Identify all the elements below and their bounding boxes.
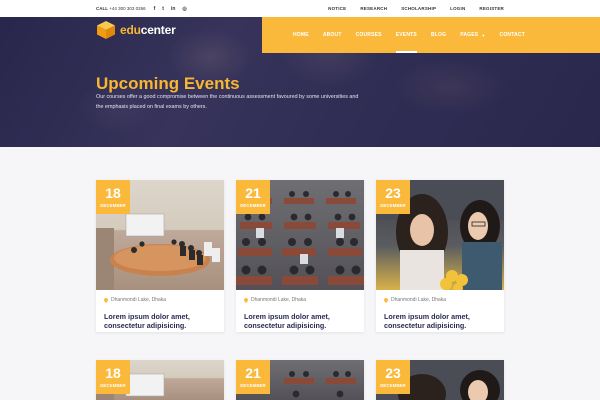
event-location-text: Dhanmondi Lake, Dhaka xyxy=(391,297,447,303)
event-card[interactable]: 21 DECEMBER xyxy=(236,360,364,400)
scholarship-link[interactable]: SCHOLARSHIP xyxy=(401,6,436,11)
site-logo[interactable]: educenter xyxy=(96,20,176,40)
nav-about[interactable]: ABOUT xyxy=(316,17,349,53)
event-month: DECEMBER xyxy=(380,383,406,388)
nav-contact[interactable]: CONTACT xyxy=(493,17,532,53)
nav-blog[interactable]: BLOG xyxy=(424,17,453,53)
event-day: 21 xyxy=(245,365,261,381)
nav-events[interactable]: EVENTS xyxy=(389,17,424,53)
event-date-badge: 18 DECEMBER xyxy=(96,180,130,214)
main-nav: HOME ABOUT COURSES EVENTS BLOG PAGES ▼ CO… xyxy=(262,17,600,53)
location-pin-icon xyxy=(244,297,248,303)
event-location: Dhanmondi Lake, Dhaka xyxy=(104,297,166,303)
event-day: 23 xyxy=(385,185,401,201)
event-title[interactable]: Lorem ipsum dolor amet, consectetur adip… xyxy=(104,312,222,330)
page-title: Upcoming Events xyxy=(96,74,240,93)
event-card[interactable]: 21 DECEMBER Dhanmondi Lake, Dhaka Lorem … xyxy=(236,180,364,332)
location-pin-icon xyxy=(384,297,388,303)
event-day: 23 xyxy=(385,365,401,381)
event-day: 18 xyxy=(105,365,121,381)
social-links: f t in ◎ xyxy=(154,6,187,12)
event-date-badge: 18 DECEMBER xyxy=(96,360,130,394)
instagram-icon[interactable]: ◎ xyxy=(182,6,186,12)
event-month: DECEMBER xyxy=(380,203,406,208)
logo-text-part2: center xyxy=(140,23,176,37)
event-location-text: Dhanmondi Lake, Dhaka xyxy=(111,297,167,303)
event-month: DECEMBER xyxy=(100,383,126,388)
page-description: Our courses offer a good compromise betw… xyxy=(96,94,359,110)
event-card[interactable]: 23 DECEMBER Dhanmondi Lake, Dhaka Lorem … xyxy=(376,180,504,332)
event-day: 21 xyxy=(245,185,261,201)
nav-home[interactable]: HOME xyxy=(286,17,316,53)
event-month: DECEMBER xyxy=(100,203,126,208)
nav-pages-label: PAGES xyxy=(460,32,479,38)
top-links: NOTICE RESEARCH SCHOLARSHIP LOGIN REGIST… xyxy=(328,6,504,11)
chevron-down-icon: ▼ xyxy=(481,32,486,38)
call-label: CALL +44 300 303 0266 xyxy=(96,6,146,11)
top-bar: CALL +44 300 303 0266 f t in ◎ NOTICE RE… xyxy=(0,0,600,17)
event-month: DECEMBER xyxy=(240,203,266,208)
twitter-icon[interactable]: t xyxy=(162,6,164,12)
nav-courses[interactable]: COURSES xyxy=(349,17,389,53)
event-month: DECEMBER xyxy=(240,383,266,388)
phone-number[interactable]: +44 300 303 0266 xyxy=(109,6,145,11)
event-date-badge: 21 DECEMBER xyxy=(236,180,270,214)
notice-link[interactable]: NOTICE xyxy=(328,6,346,11)
logo-text-part1: edu xyxy=(120,23,141,37)
research-link[interactable]: RESEARCH xyxy=(360,6,387,11)
event-location-text: Dhanmondi Lake, Dhaka xyxy=(251,297,307,303)
login-link[interactable]: LOGIN xyxy=(450,6,465,11)
nav-pages[interactable]: PAGES ▼ xyxy=(453,17,492,53)
event-location: Dhanmondi Lake, Dhaka xyxy=(244,297,306,303)
linkedin-icon[interactable]: in xyxy=(171,6,175,12)
location-pin-icon xyxy=(104,297,108,303)
facebook-icon[interactable]: f xyxy=(154,6,156,12)
event-title[interactable]: Lorem ipsum dolor amet, consectetur adip… xyxy=(244,312,362,330)
event-location: Dhanmondi Lake, Dhaka xyxy=(384,297,446,303)
logo-wordmark: educenter xyxy=(120,23,176,37)
event-day: 18 xyxy=(105,185,121,201)
event-card[interactable]: 18 DECEMBER xyxy=(96,360,224,400)
cube-logo-icon xyxy=(96,20,116,40)
event-date-badge: 23 DECEMBER xyxy=(376,360,410,394)
event-title[interactable]: Lorem ipsum dolor amet, consectetur adip… xyxy=(384,312,502,330)
event-date-badge: 21 DECEMBER xyxy=(236,360,270,394)
contact-info: CALL +44 300 303 0266 f t in ◎ xyxy=(96,6,187,12)
call-text: CALL xyxy=(96,6,108,11)
event-card[interactable]: 23 DECEMBER xyxy=(376,360,504,400)
event-date-badge: 23 DECEMBER xyxy=(376,180,410,214)
register-link[interactable]: REGISTER xyxy=(479,6,504,11)
event-card[interactable]: 18 DECEMBER Dhanmondi Lake, Dhaka Lorem … xyxy=(96,180,224,332)
